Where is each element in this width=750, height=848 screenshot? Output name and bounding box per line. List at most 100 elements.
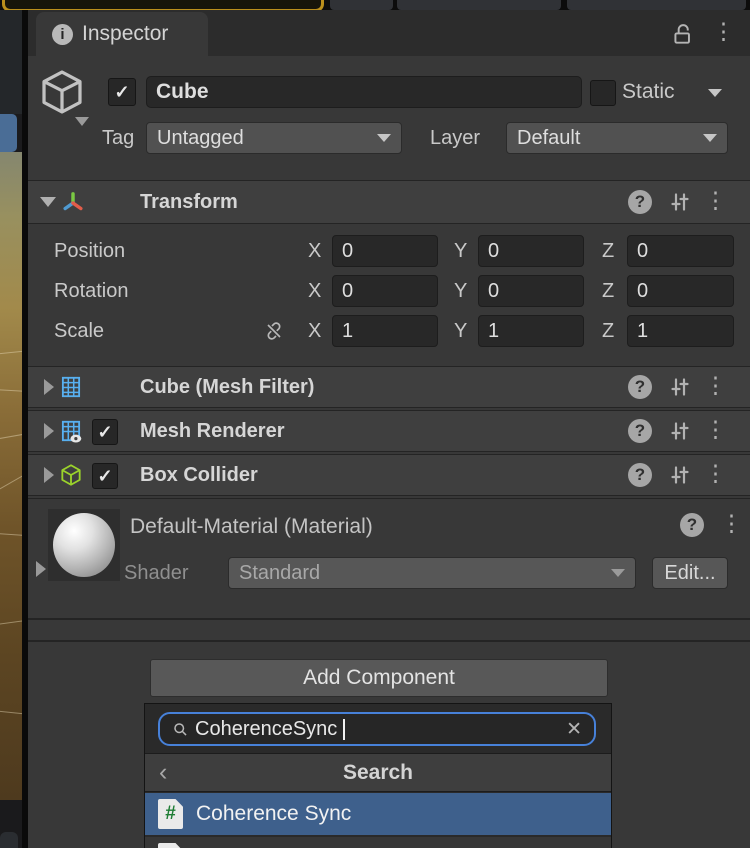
material-preview[interactable]	[48, 509, 120, 581]
axis-label[interactable]: Y	[454, 315, 467, 347]
tag-label: Tag	[102, 122, 134, 154]
axis-label[interactable]: Y	[454, 275, 467, 307]
gameobject-cube-icon[interactable]	[36, 66, 88, 118]
tab-inspector[interactable]: i Inspector	[36, 12, 208, 56]
wireframe-line	[0, 620, 22, 625]
kebab-menu-icon[interactable]: ⋮	[720, 513, 743, 533]
search-query: CoherenceSync	[195, 718, 337, 741]
kebab-menu-icon[interactable]: ⋮	[712, 21, 735, 41]
row-label: Position	[54, 235, 125, 267]
axis-field-rotation-z[interactable]: 0	[627, 275, 734, 307]
component-checkbox[interactable]: ✓	[92, 463, 118, 489]
row-label: Rotation	[54, 275, 129, 307]
add-component-button[interactable]: Add Component	[150, 659, 608, 697]
static-checkbox[interactable]	[590, 80, 616, 106]
axis-label[interactable]: Z	[602, 235, 614, 267]
axis-field-position-y[interactable]: 0	[478, 235, 584, 267]
axis-label[interactable]: Y	[454, 235, 467, 267]
active-checkbox[interactable]: ✓	[108, 78, 136, 106]
axis-label[interactable]: X	[308, 235, 321, 267]
inspector-panel: i Inspector ⋮ ✓ Cube Static Tag Untag	[28, 10, 750, 848]
kebab-menu-icon[interactable]: ⋮	[704, 463, 727, 483]
gameobject-icon-dropdown[interactable]	[75, 117, 89, 126]
help-icon[interactable]: ?	[628, 463, 652, 487]
axis-field-rotation-y[interactable]: 0	[478, 275, 584, 307]
text-caret	[343, 719, 345, 740]
wireframe-line	[0, 389, 22, 392]
axis-label[interactable]: X	[308, 275, 321, 307]
inspector-tabbar: i Inspector ⋮	[28, 10, 750, 56]
axis-field-position-z[interactable]: 0	[627, 235, 734, 267]
toolbar-button[interactable]	[330, 0, 393, 10]
wireframe-line	[0, 433, 22, 439]
axis-field-scale-z[interactable]: 1	[627, 315, 734, 347]
toolbar-highlighted-control[interactable]	[2, 0, 324, 10]
static-dropdown-icon[interactable]	[708, 89, 722, 97]
axis-label[interactable]: Z	[602, 275, 614, 307]
axis-label[interactable]: X	[308, 315, 321, 347]
hierarchy-selection-chip[interactable]	[0, 114, 17, 152]
edit-button-label: Edit...	[664, 562, 715, 585]
mesh-renderer-icon	[58, 418, 84, 444]
dropdown-arrow-icon	[611, 569, 625, 577]
back-chevron-icon[interactable]: ‹	[159, 758, 167, 787]
foldout-closed-icon[interactable]	[44, 467, 54, 483]
toolbar-button[interactable]	[567, 0, 746, 10]
presets-icon[interactable]	[668, 419, 692, 443]
link-broken-icon[interactable]	[262, 319, 286, 343]
foldout-closed-icon[interactable]	[36, 561, 46, 577]
help-icon[interactable]: ?	[628, 375, 652, 399]
transform-header: Transform ? ⋮	[28, 180, 750, 224]
foldout-closed-icon[interactable]	[44, 379, 54, 395]
name-field[interactable]: Cube	[146, 76, 582, 108]
component-checkbox[interactable]: ✓	[92, 419, 118, 445]
clear-icon[interactable]: ✕	[566, 718, 582, 741]
wireframe-line	[0, 350, 22, 354]
toolbar-button[interactable]	[397, 0, 561, 10]
axis-field-scale-y[interactable]: 1	[478, 315, 584, 347]
foldout-closed-icon[interactable]	[44, 423, 54, 439]
help-icon[interactable]: ?	[680, 513, 704, 537]
tab-label: Inspector	[82, 22, 168, 46]
component-header-mesh-renderer[interactable]: ✓ Mesh Renderer ? ⋮	[28, 410, 750, 452]
layer-dropdown[interactable]: Default	[506, 122, 728, 154]
presets-icon[interactable]	[668, 190, 692, 214]
edit-button[interactable]: Edit...	[652, 557, 728, 589]
unlock-icon[interactable]	[670, 21, 696, 47]
csharp-script-icon: #	[158, 799, 183, 829]
csharp-script-icon: #	[158, 843, 183, 848]
scene-view-strip	[0, 10, 22, 848]
axis-label[interactable]: Z	[602, 315, 614, 347]
presets-icon[interactable]	[668, 375, 692, 399]
static-label: Static	[622, 76, 675, 108]
material-sphere	[53, 513, 115, 577]
axis-field-rotation-x[interactable]: 0	[332, 275, 438, 307]
axis-field-position-x[interactable]: 0	[332, 235, 438, 267]
kebab-menu-icon[interactable]: ⋮	[704, 419, 727, 439]
shader-label: Shader	[124, 557, 189, 589]
search-input[interactable]: CoherenceSync ✕	[158, 712, 596, 746]
help-icon[interactable]: ?	[628, 419, 652, 443]
axis-field-scale-x[interactable]: 1	[332, 315, 438, 347]
search-result-partial[interactable]: # Coherence Sync Baked	[145, 837, 611, 848]
kebab-menu-icon[interactable]: ⋮	[704, 375, 727, 395]
search-result-coherence-sync[interactable]: # Coherence Sync	[145, 793, 611, 835]
dropdown-arrow-icon	[377, 134, 391, 142]
presets-icon[interactable]	[668, 463, 692, 487]
component-header-box-collider[interactable]: ✓ Box Collider ? ⋮	[28, 454, 750, 496]
dropdown-arrow-icon	[703, 134, 717, 142]
top-toolbar	[0, 0, 750, 10]
shader-dropdown[interactable]: Standard	[228, 557, 636, 589]
component-title: Cube (Mesh Filter)	[140, 367, 314, 407]
kebab-menu-icon[interactable]: ⋮	[704, 190, 727, 210]
layer-label: Layer	[430, 122, 480, 154]
unity-editor-screen: i Inspector ⋮ ✓ Cube Static Tag Untag	[0, 0, 750, 848]
foldout-open-icon[interactable]	[40, 197, 56, 207]
section-divider	[28, 640, 750, 642]
help-icon[interactable]: ?	[628, 190, 652, 214]
component-header-mesh-filter[interactable]: Cube (Mesh Filter) ? ⋮	[28, 366, 750, 408]
wireframe-line	[0, 710, 22, 714]
component-search-popup: CoherenceSync ✕ ‹ Search # Coherence Syn…	[144, 703, 612, 848]
tag-dropdown[interactable]: Untagged	[146, 122, 402, 154]
search-icon	[172, 721, 189, 738]
